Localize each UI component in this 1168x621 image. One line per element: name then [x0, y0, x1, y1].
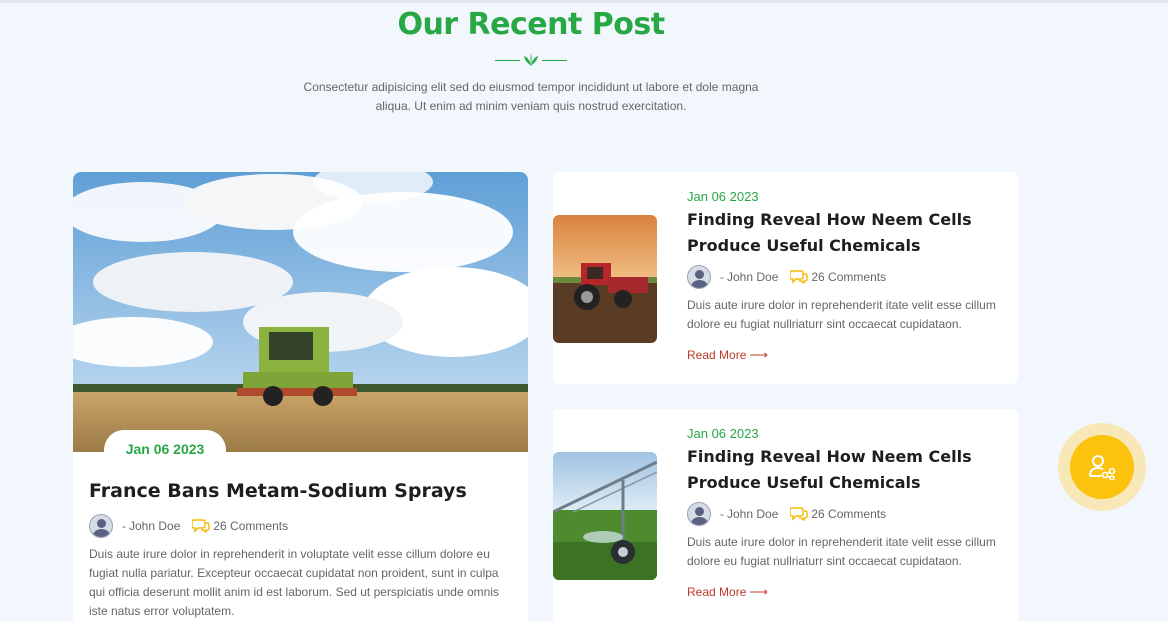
post-comments[interactable]: 26 Comments: [811, 507, 886, 521]
section-intro: Consectetur adipisicing elit sed do eius…: [303, 80, 759, 113]
chat-bubbles-icon: [790, 507, 809, 521]
user-avatar-icon: [687, 265, 711, 289]
post-date: Jan 06 2023: [687, 189, 759, 204]
user-avatar-icon: [89, 514, 113, 538]
post-title[interactable]: Finding Reveal How Neem Cells Produce Us…: [687, 444, 1007, 496]
read-more-link[interactable]: Read More ⟶: [687, 347, 768, 363]
arrow-right-icon: ⟶: [749, 584, 769, 599]
read-more-label: Read More: [687, 348, 747, 362]
featured-post-date: Jan 06 2023: [104, 430, 226, 470]
divider-line-right: [542, 60, 567, 61]
arrow-right-icon: ⟶: [749, 347, 769, 362]
meta-dash: -: [720, 507, 724, 521]
divider-line-left: [495, 60, 520, 61]
post-comments[interactable]: 26 Comments: [811, 270, 886, 284]
post-thumbnail-irrigation[interactable]: [553, 452, 657, 580]
featured-post-card: Jan 06 2023 France Bans Metam-Sodium Spr…: [73, 172, 528, 621]
floating-button-inner: [1070, 435, 1134, 499]
leaf-divider-icon: [524, 53, 538, 66]
post-author[interactable]: John Doe: [727, 507, 778, 521]
post-date: Jan 06 2023: [687, 426, 759, 441]
post-excerpt: Duis aute irure dolor in reprehenderit i…: [687, 298, 996, 331]
post-meta: - John Doe 26 Comments: [687, 502, 886, 526]
post-title[interactable]: Finding Reveal How Neem Cells Produce Us…: [687, 207, 1007, 259]
floating-share-button[interactable]: [1058, 423, 1146, 511]
section-title: Our Recent Post: [397, 7, 665, 42]
chat-bubbles-icon: [192, 519, 211, 533]
post-card: Jan 06 2023 Finding Reveal How Neem Cell…: [553, 409, 1018, 621]
post-card: Jan 06 2023 Finding Reveal How Neem Cell…: [553, 172, 1018, 384]
featured-post-author[interactable]: John Doe: [129, 519, 180, 533]
post-excerpt: Duis aute irure dolor in reprehenderit i…: [687, 535, 996, 568]
featured-post-excerpt: Duis aute irure dolor in reprehenderit i…: [89, 547, 499, 618]
chat-bubbles-icon: [790, 270, 809, 284]
user-avatar-icon: [687, 502, 711, 526]
top-border: [0, 0, 1168, 3]
post-meta: - John Doe 26 Comments: [687, 265, 886, 289]
user-share-icon: [1089, 455, 1116, 480]
featured-post-title[interactable]: France Bans Metam-Sodium Sprays: [89, 480, 467, 502]
read-more-link[interactable]: Read More ⟶: [687, 584, 768, 600]
leaf-divider: [495, 52, 567, 70]
read-more-label: Read More: [687, 585, 747, 599]
meta-dash: -: [720, 270, 724, 284]
post-author[interactable]: John Doe: [727, 270, 778, 284]
featured-post-comments[interactable]: 26 Comments: [213, 519, 288, 533]
featured-post-meta: - John Doe 26 Comments: [89, 514, 288, 538]
post-thumbnail-tractor[interactable]: [553, 215, 657, 343]
meta-dash: -: [122, 519, 126, 533]
featured-post-image[interactable]: [73, 172, 528, 452]
